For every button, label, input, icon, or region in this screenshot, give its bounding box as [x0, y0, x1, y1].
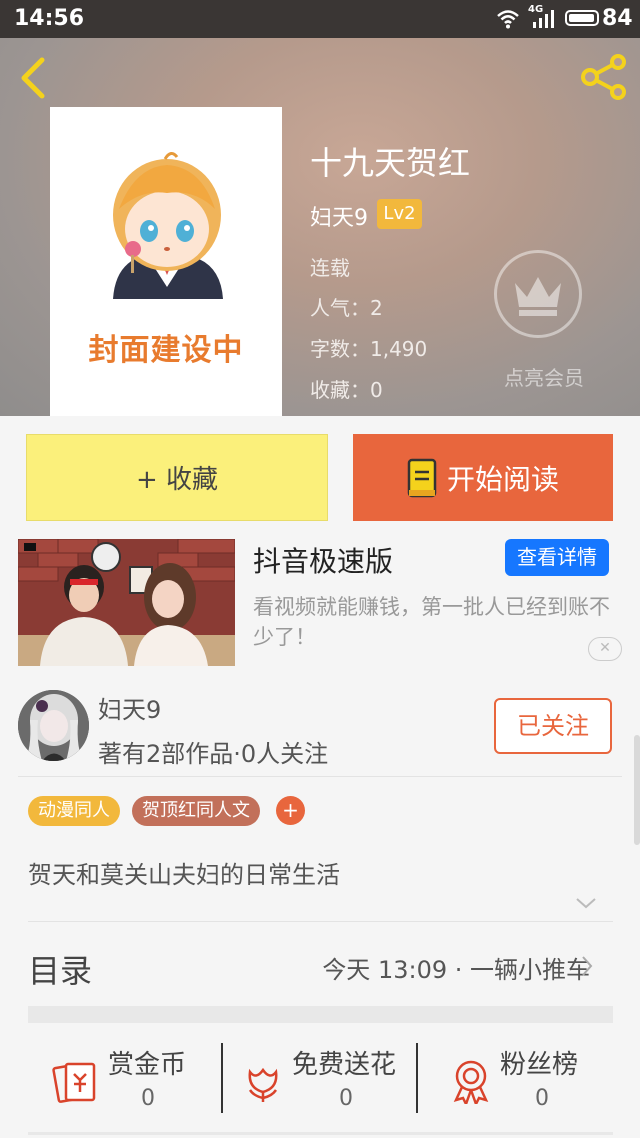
chevron-down-icon[interactable]	[575, 896, 597, 910]
medal-icon	[453, 1060, 489, 1104]
author-works: 著有2部作品·0人关注	[98, 740, 329, 768]
coin-reward-icon	[52, 1062, 96, 1103]
ad-description[interactable]: 看视频就能赚钱，第一批人已经到账不少了！	[253, 592, 613, 652]
send-flower-label: 免费送花	[292, 1050, 397, 1080]
reward-coin-count: 0	[141, 1086, 155, 1111]
tag-hedinghong[interactable]: 贺顶红同人文	[132, 796, 260, 826]
send-flower-button[interactable]: 免费送花 0	[240, 1040, 410, 1120]
divider	[416, 1043, 418, 1113]
section-separator	[28, 1006, 613, 1023]
book-title: 十九天贺红	[310, 144, 471, 182]
scrollbar[interactable]	[634, 735, 640, 845]
close-icon: ✕	[599, 640, 611, 656]
flower-icon	[248, 1067, 278, 1102]
fan-ranking-count: 0	[535, 1086, 549, 1111]
author-link[interactable]: 妇天9	[310, 200, 368, 232]
ad-detail-button[interactable]: 查看详情	[505, 539, 609, 576]
status-time: 14:56	[14, 6, 85, 31]
tag-anime-fanfic[interactable]: 动漫同人	[28, 796, 120, 826]
ad-title[interactable]: 抖音极速版	[253, 540, 393, 580]
book-cover[interactable]: 封面建设中	[50, 107, 282, 416]
divider	[221, 1043, 223, 1113]
add-favorite-button[interactable]: + 收藏	[26, 434, 328, 521]
divider	[28, 921, 613, 922]
author-name[interactable]: 妇天9	[98, 690, 161, 725]
vip-label[interactable]: 点亮会员	[482, 362, 606, 391]
ad-video-thumbnail	[18, 539, 235, 666]
divider	[28, 1132, 613, 1135]
send-flower-count: 0	[339, 1086, 353, 1111]
fan-ranking-label: 粉丝榜	[500, 1050, 579, 1080]
battery-level: 84	[602, 6, 633, 31]
favorites-stat: 收藏：0	[310, 378, 383, 402]
ad-image[interactable]	[18, 539, 235, 666]
serial-status: 连载	[310, 256, 350, 280]
start-reading-label: 开始阅读	[446, 462, 559, 496]
popularity-stat: 人气：2	[310, 296, 383, 320]
add-tag-button[interactable]: +	[276, 796, 305, 825]
crown-icon	[515, 277, 561, 316]
level-badge: Lv2	[377, 199, 422, 229]
status-bar: 14:56 4G 84	[0, 0, 640, 38]
word-count-stat: 字数：1,490	[310, 337, 428, 361]
latest-chapter[interactable]: 今天 13:09 · 一辆小推车	[322, 950, 590, 985]
cover-placeholder-text: 封面建设中	[88, 333, 244, 368]
reward-coin-label: 赏金币	[108, 1050, 187, 1080]
fan-ranking-button[interactable]: 粉丝榜 0	[448, 1040, 598, 1120]
reward-coin-button[interactable]: 赏金币 0	[52, 1040, 202, 1120]
follow-button[interactable]: 已关注	[494, 698, 612, 754]
ad-close-button[interactable]: ✕	[588, 637, 622, 661]
back-icon[interactable]	[18, 56, 48, 100]
chevron-right-icon[interactable]	[580, 955, 594, 977]
start-reading-button[interactable]: 开始阅读	[353, 434, 613, 521]
signal-icon	[533, 10, 554, 28]
avatar-image	[18, 690, 89, 761]
mascot-illustration	[113, 152, 223, 299]
book-icon	[407, 458, 437, 497]
wifi-icon	[497, 10, 519, 29]
battery-icon	[565, 10, 599, 26]
author-avatar[interactable]	[18, 690, 89, 761]
share-icon[interactable]	[580, 54, 628, 100]
divider	[18, 776, 622, 777]
book-description: 贺天和莫关山夫妇的日常生活	[28, 861, 340, 889]
add-favorite-label: + 收藏	[135, 465, 219, 495]
toc-label[interactable]: 目录	[28, 946, 92, 992]
vip-crown-button[interactable]	[494, 250, 582, 338]
